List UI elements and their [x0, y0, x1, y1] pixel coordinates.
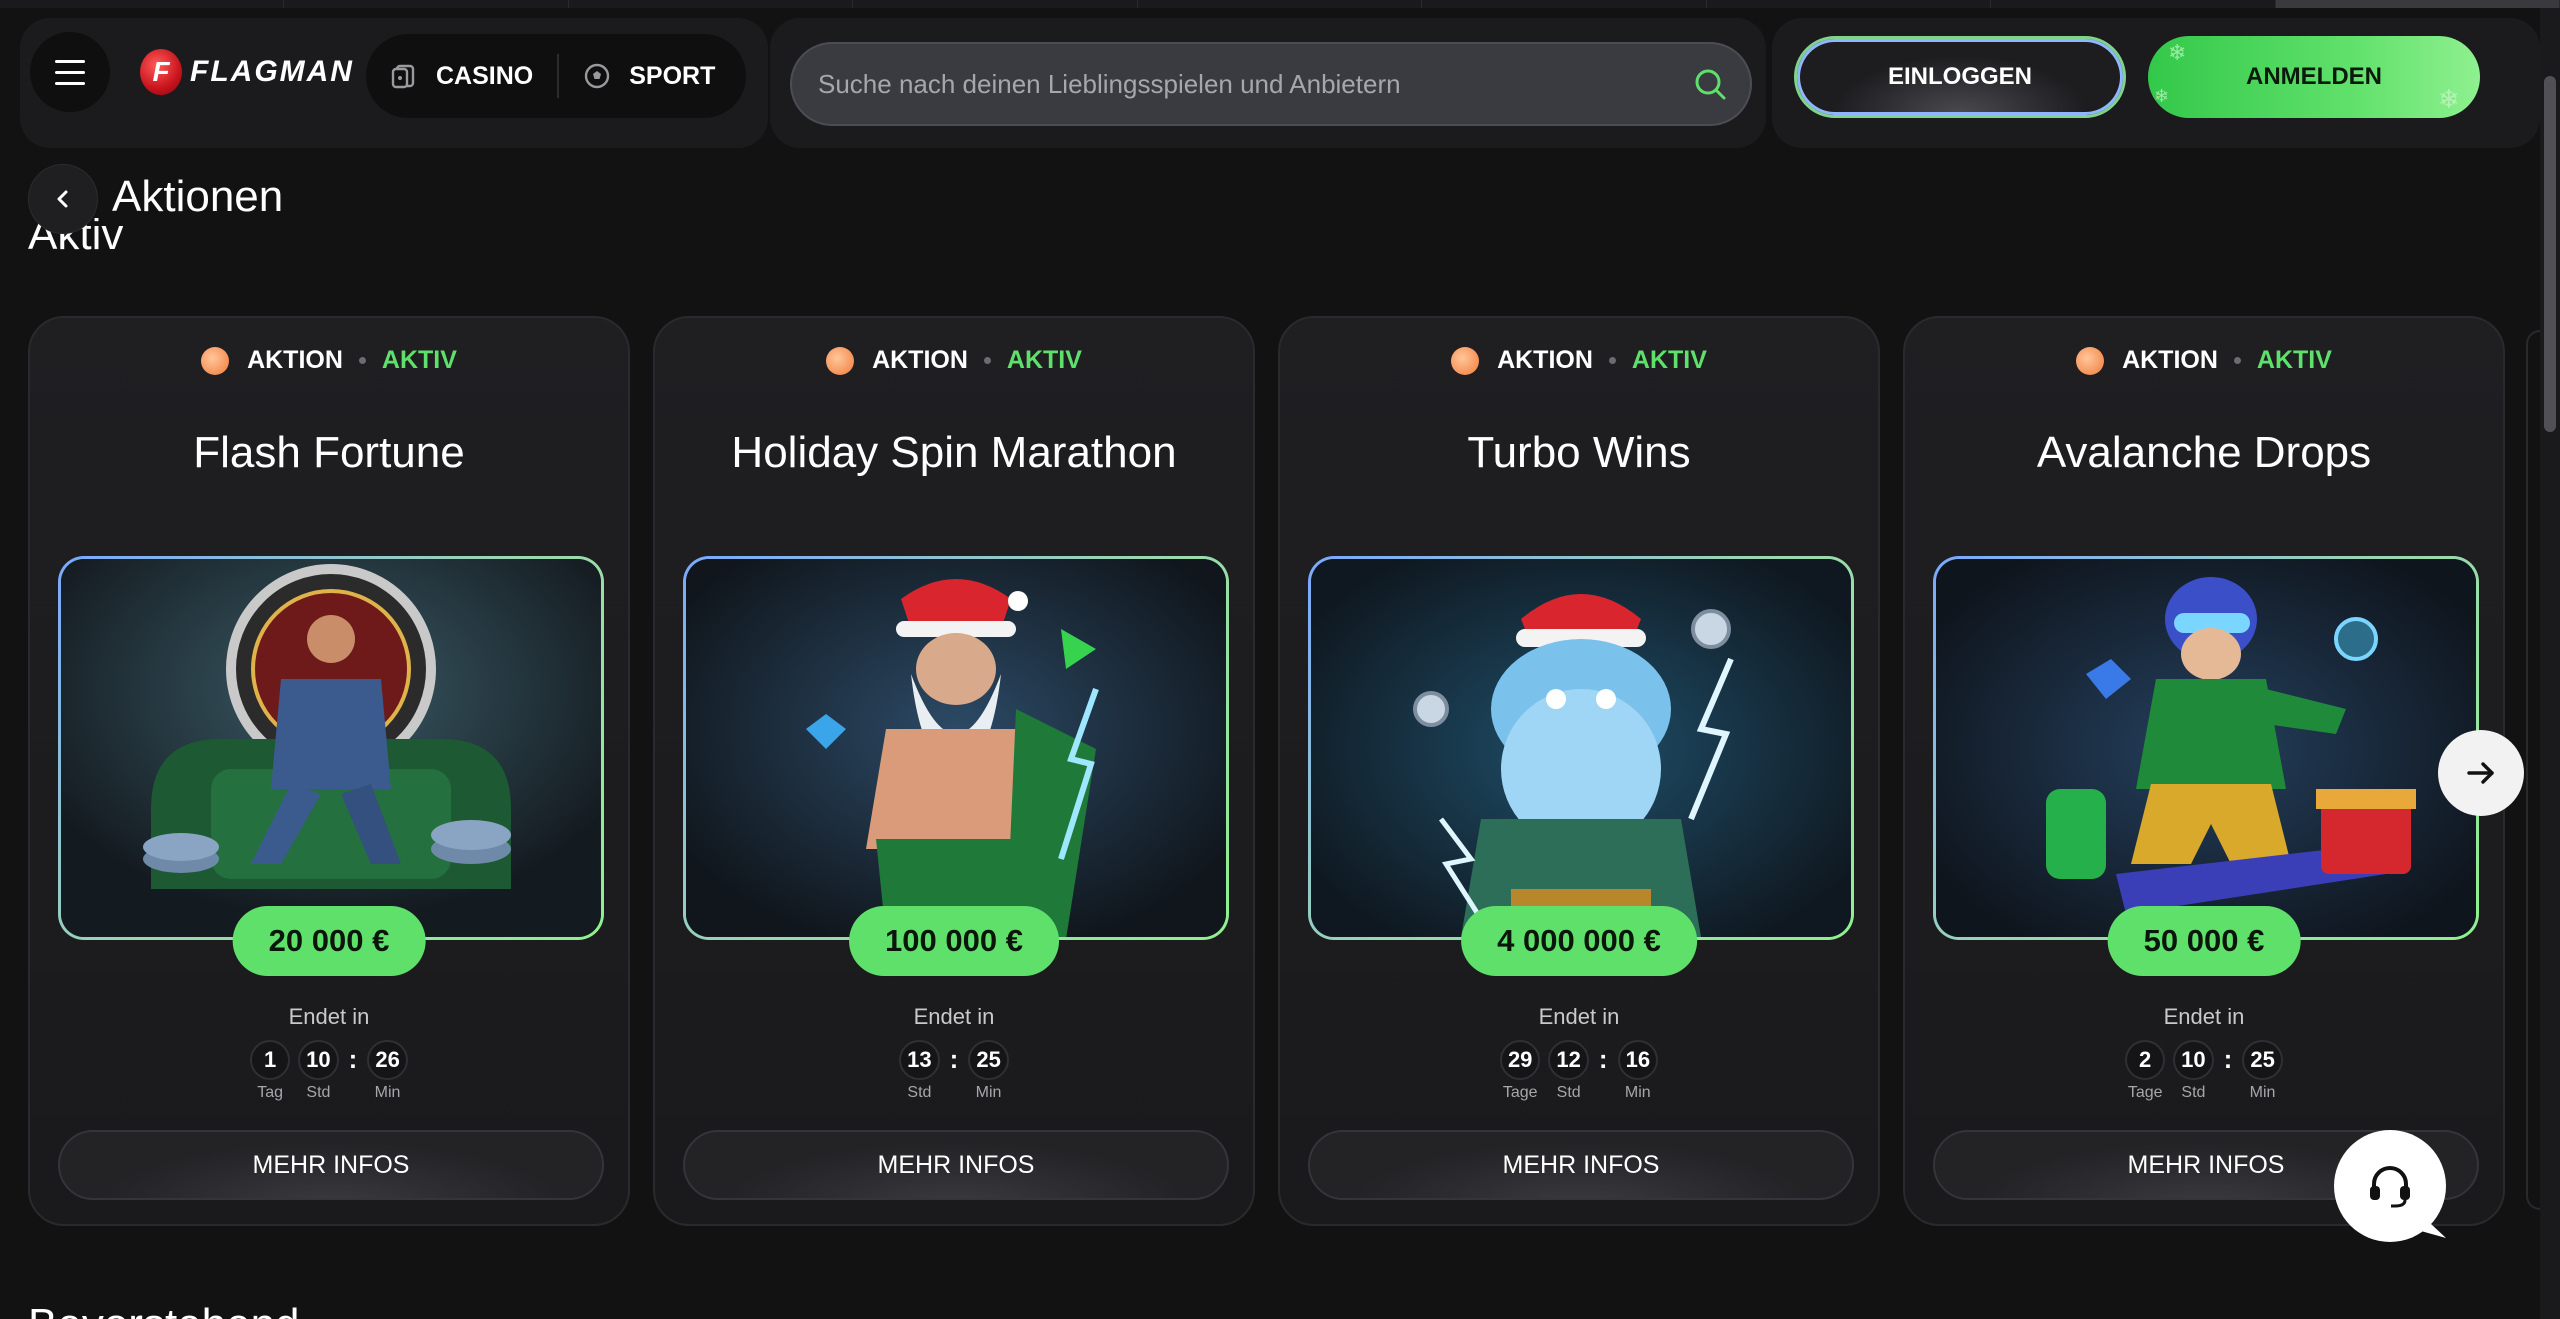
countdown-minutes: 25 Min [2242, 1040, 2283, 1102]
countdown-days: 2 Tage [2125, 1040, 2166, 1102]
brand-name: FLAGMAN [190, 55, 354, 88]
promo-card-flash-fortune: AKTION AKTIV Flash Fortune 20 000 € Ende… [28, 316, 630, 1226]
promo-tag: AKTION AKTIV [1905, 346, 2503, 375]
promo-illustration [1936, 559, 2476, 937]
snowflake-icon: ❄ [2168, 40, 2187, 65]
headset-icon [2370, 1166, 2410, 1208]
promo-badge-icon [1451, 346, 1480, 375]
prize-amount: 100 000 € [849, 906, 1059, 976]
dot-separator [2233, 357, 2241, 364]
promo-card-next-peek [2526, 330, 2540, 1210]
prize-amount: 4 000 000 € [1461, 906, 1697, 976]
promo-title: Flash Fortune [193, 428, 465, 477]
countdown-separator: : [949, 1044, 959, 1074]
countdown-minutes: 25 Min [968, 1040, 1009, 1102]
promo-image[interactable] [683, 556, 1229, 940]
search-icon[interactable] [1692, 66, 1728, 102]
more-info-button[interactable]: MEHR INFOS [58, 1130, 604, 1200]
ends-in-label: Endet in [1538, 1004, 1620, 1029]
menu-button[interactable] [30, 32, 110, 112]
more-info-button[interactable]: MEHR INFOS [1308, 1130, 1854, 1200]
countdown-timer: 13 Std : 25 Min [655, 1040, 1253, 1102]
countdown-hours: 12 Std [1548, 1040, 1589, 1102]
countdown-hours: 13 Std [899, 1040, 940, 1102]
prize-amount: 20 000 € [232, 906, 426, 976]
promo-image[interactable] [58, 556, 604, 940]
dot-separator [983, 357, 991, 364]
countdown-timer: 29 Tage 12 Std : 16 Min [1280, 1040, 1878, 1102]
promo-title: Holiday Spin Marathon [731, 428, 1177, 477]
ends-in-label: Endet in [2163, 1004, 2245, 1029]
promo-illustration [1311, 559, 1851, 937]
countdown-separator: : [1598, 1044, 1608, 1074]
promo-illustration [686, 559, 1226, 937]
promo-tag: AKTION AKTIV [30, 346, 628, 375]
chevron-left-icon [57, 190, 68, 208]
promo-status: AKTIV [381, 346, 457, 374]
promo-type: AKTION [2122, 346, 2218, 374]
countdown-timer: 1 Tag 10 Std : 26 Min [30, 1040, 628, 1102]
search-input[interactable] [818, 44, 1678, 124]
countdown-hours: 10 Std [298, 1040, 339, 1102]
casino-icon [390, 62, 418, 90]
login-button[interactable]: EINLOGGEN [1794, 36, 2126, 118]
main-nav: CASINO SPORT [366, 34, 746, 118]
ends-in-label: Endet in [913, 1004, 995, 1029]
promo-type: AKTION [247, 346, 343, 374]
page-title: Aktionen [112, 172, 284, 221]
countdown-separator: : [348, 1044, 358, 1074]
promo-status: AKTIV [1006, 346, 1082, 374]
dot-separator [1608, 357, 1616, 364]
nav-sport-label: SPORT [629, 61, 716, 90]
promo-image[interactable] [1933, 556, 2479, 940]
promo-card-holiday-spin-marathon: AKTION AKTIV Holiday Spin Marathon 100 0… [653, 316, 1255, 1226]
snowflake-icon: ❄ [2438, 84, 2460, 114]
carousel-next-button[interactable] [2438, 730, 2524, 816]
promo-title: Turbo Wins [1467, 428, 1691, 477]
more-info-button[interactable]: MEHR INFOS [683, 1130, 1229, 1200]
arrow-right-icon [2467, 762, 2494, 784]
scrollbar-thumb[interactable] [2544, 76, 2556, 432]
brand-logo[interactable]: F FLAGMAN [140, 48, 354, 96]
promo-type: AKTION [1497, 346, 1593, 374]
register-label: ANMELDEN [2246, 63, 2382, 90]
promo-status: AKTIV [2256, 346, 2332, 374]
ends-in-label: Endet in [288, 1004, 370, 1029]
promo-badge-icon [201, 346, 230, 375]
logo-mark-icon: F [140, 49, 182, 95]
promo-image[interactable] [1308, 556, 1854, 940]
promo-card-avalanche-drops: AKTION AKTIV Avalanche Drops 50 000 € En… [1903, 316, 2505, 1226]
nav-casino-label: CASINO [436, 61, 534, 90]
countdown-days: 1 Tag [250, 1040, 291, 1102]
promo-type: AKTION [872, 346, 968, 374]
countdown-minutes: 16 Min [1617, 1040, 1659, 1102]
soccer-ball-icon [583, 62, 611, 90]
promo-card-turbo-wins: AKTION AKTIV Turbo Wins 4 000 000 € Ende… [1278, 316, 1880, 1226]
countdown-timer: 2 Tage 10 Std : 25 Min [1905, 1040, 2503, 1102]
hamburger-icon [55, 56, 85, 89]
promo-status: AKTIV [1631, 346, 1707, 374]
promo-badge-icon [2076, 346, 2105, 375]
prize-amount: 50 000 € [2107, 906, 2301, 976]
nav-sport[interactable]: SPORT [559, 34, 739, 118]
countdown-hours: 10 Std [2173, 1040, 2214, 1102]
countdown-days: 29 Tage [1499, 1040, 1541, 1102]
promo-title: Avalanche Drops [2036, 428, 2372, 477]
search-bar[interactable] [790, 42, 1752, 126]
dot-separator [358, 357, 366, 364]
back-button[interactable] [28, 164, 98, 234]
promo-badge-icon [826, 346, 855, 375]
promo-illustration [61, 559, 601, 937]
section-title-upcoming: Bevorstehend [28, 1300, 300, 1319]
promo-tag: AKTION AKTIV [1280, 346, 1878, 375]
snowflake-icon: ❄ [2154, 86, 2170, 106]
countdown-minutes: 26 Min [367, 1040, 408, 1102]
promo-tag: AKTION AKTIV [655, 346, 1253, 375]
countdown-separator: : [2223, 1044, 2233, 1074]
register-button[interactable]: ❄ ❄ ❄ ANMELDEN [2148, 36, 2480, 118]
browser-tab-strip [0, 0, 2560, 8]
support-chat-button[interactable] [2334, 1130, 2446, 1242]
nav-casino[interactable]: CASINO [366, 34, 557, 118]
